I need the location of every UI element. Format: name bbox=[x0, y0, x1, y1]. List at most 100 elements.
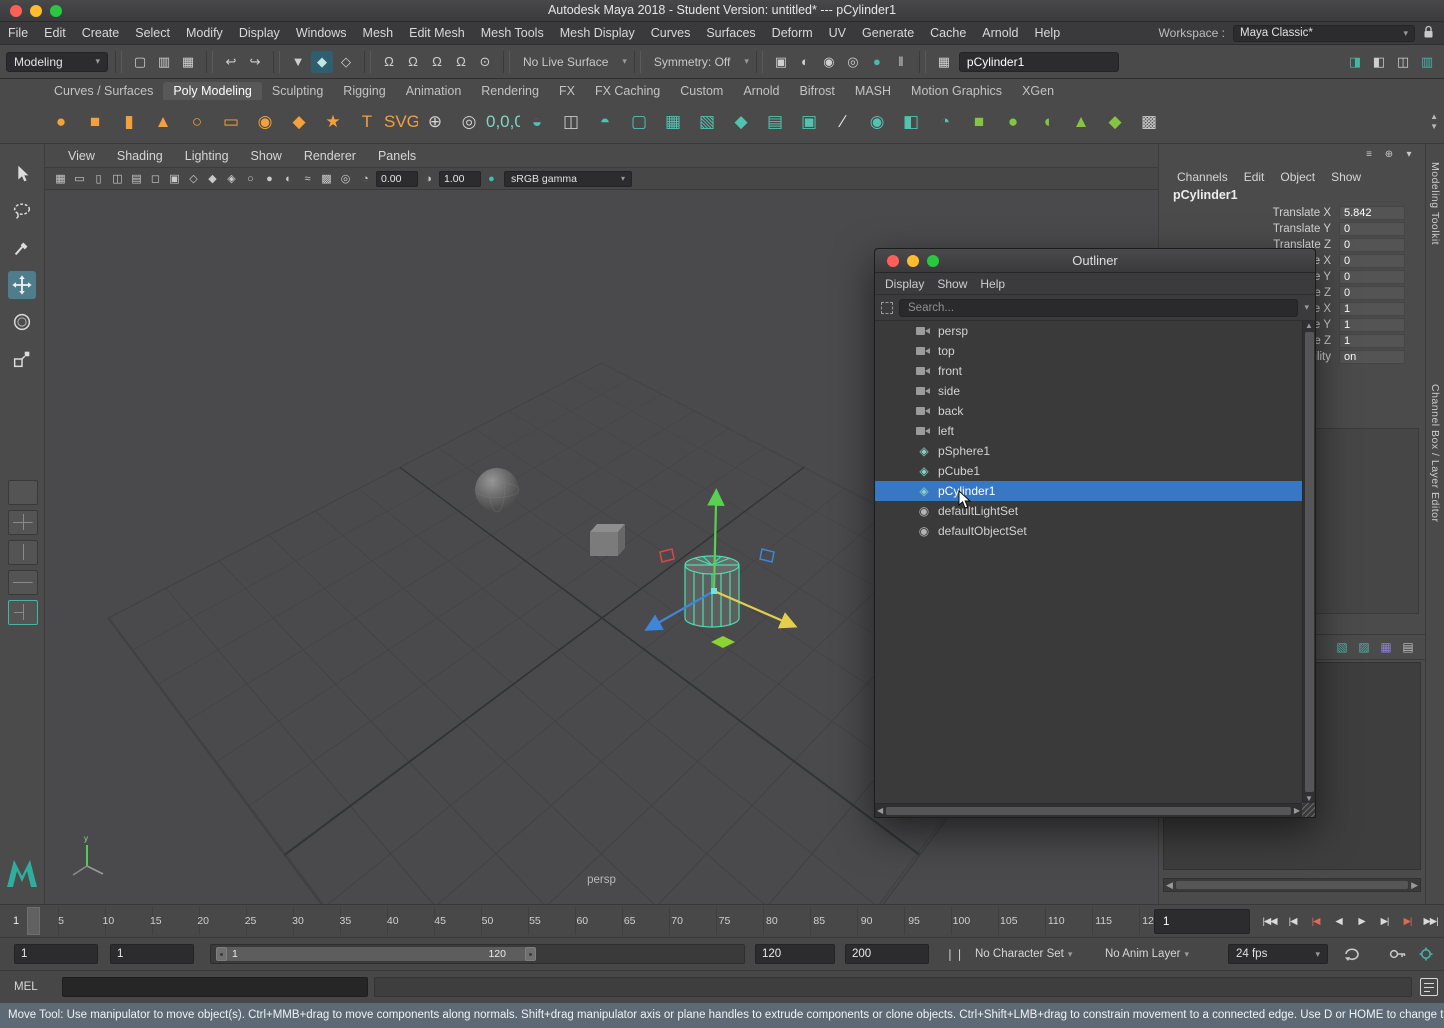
scroll-left-icon[interactable]: ◀ bbox=[1166, 880, 1173, 891]
last-tool-button[interactable] bbox=[8, 480, 38, 505]
shelf-tab[interactable]: FX Caching bbox=[585, 82, 670, 100]
resolution-gate-icon[interactable]: ▯ bbox=[89, 170, 108, 188]
play-backwards-button[interactable]: ◀ bbox=[1328, 908, 1349, 935]
menubar-item[interactable]: Help bbox=[1026, 22, 1068, 44]
safe-title-icon[interactable]: ▣ bbox=[165, 170, 184, 188]
color-management-icon[interactable]: ● bbox=[482, 170, 501, 188]
lock-icon[interactable] bbox=[1423, 25, 1434, 42]
menubar-item[interactable]: Display bbox=[231, 22, 288, 44]
shelf-tab[interactable]: Sculpting bbox=[262, 82, 333, 100]
range-start-handle[interactable] bbox=[216, 947, 227, 961]
step-forward-key-button[interactable]: ▶| bbox=[1397, 908, 1418, 935]
outliner-vscrollbar[interactable]: ▲ ▼ bbox=[1302, 321, 1315, 803]
channel-value-field[interactable]: 1 bbox=[1339, 318, 1405, 332]
toggle-tool-settings-icon[interactable]: ◫ bbox=[1392, 51, 1414, 73]
poly-cone-icon[interactable]: ▲ bbox=[146, 104, 180, 140]
tab-channel-box-layer-editor[interactable]: Channel Box / Layer Editor bbox=[1429, 384, 1441, 523]
menubar-item[interactable]: File bbox=[0, 22, 36, 44]
command-line-input[interactable] bbox=[62, 977, 368, 997]
target-weld-icon[interactable]: ◉ bbox=[860, 104, 894, 140]
viewport-menu-item[interactable]: Lighting bbox=[174, 149, 240, 163]
poly-cylinder-icon[interactable]: ▮ bbox=[112, 104, 146, 140]
extrude-icon[interactable]: ▧ bbox=[690, 104, 724, 140]
two-pane-horizontal-layout-button[interactable] bbox=[8, 570, 38, 595]
safe-action-icon[interactable]: ◻ bbox=[146, 170, 165, 188]
character-set-selector[interactable]: No Character Set ▾ bbox=[975, 944, 1072, 964]
scale-tool-button[interactable] bbox=[8, 345, 36, 373]
channel-value-field[interactable]: 1 bbox=[1339, 334, 1405, 348]
create-empty-layer-icon[interactable]: ▧ bbox=[1333, 638, 1351, 656]
sculpt-tool-icon[interactable]: ◔ bbox=[928, 104, 962, 140]
menubar-item[interactable]: Windows bbox=[288, 22, 355, 44]
field-chart-icon[interactable]: ▤ bbox=[127, 170, 146, 188]
viewport-menu-item[interactable]: View bbox=[57, 149, 106, 163]
animation-end-field[interactable] bbox=[845, 944, 929, 964]
menubar-item[interactable]: Mesh Display bbox=[552, 22, 643, 44]
shelf-tab[interactable]: Poly Modeling bbox=[163, 82, 262, 100]
playback-end-field[interactable] bbox=[755, 944, 835, 964]
menubar-item[interactable]: Modify bbox=[178, 22, 231, 44]
channel-manipulator-icon[interactable]: ≡ bbox=[1361, 147, 1377, 163]
outliner-item[interactable]: top bbox=[875, 341, 1302, 361]
channel-box-menu-item[interactable]: Channels bbox=[1177, 170, 1228, 184]
outliner-titlebar[interactable]: Outliner bbox=[875, 249, 1315, 273]
play-forwards-button[interactable]: ▶ bbox=[1351, 908, 1372, 935]
channel-settings-icon[interactable]: ▾ bbox=[1401, 147, 1417, 163]
gamma-icon[interactable]: ◑ bbox=[419, 170, 438, 188]
outliner-item[interactable]: persp bbox=[875, 321, 1302, 341]
shaded-mode-icon[interactable]: ◆ bbox=[203, 170, 222, 188]
shelf-tab[interactable]: Arnold bbox=[733, 82, 789, 100]
channel-label[interactable]: Translate Y bbox=[1159, 223, 1339, 235]
filter-icon[interactable] bbox=[881, 302, 893, 314]
playback-start-field[interactable] bbox=[110, 944, 194, 964]
menubar-item[interactable]: UV bbox=[821, 22, 854, 44]
snap-together-icon[interactable]: ◎ bbox=[452, 104, 486, 140]
input-line-operations-icon[interactable]: ▦ bbox=[933, 51, 955, 73]
poly-cube-icon[interactable]: ■ bbox=[78, 104, 112, 140]
outliner-item[interactable]: left bbox=[875, 421, 1302, 441]
auto-key-icon[interactable] bbox=[1388, 945, 1408, 963]
menu-set-selector[interactable]: Modeling ▾ bbox=[6, 52, 108, 72]
redo-icon[interactable]: ↪ bbox=[244, 51, 266, 73]
outliner-item[interactable]: pSphere1 bbox=[875, 441, 1302, 461]
separate-icon[interactable]: ◫ bbox=[554, 104, 588, 140]
animation-start-field[interactable] bbox=[14, 944, 98, 964]
scrollbar-thumb[interactable] bbox=[1305, 332, 1314, 792]
make-live-icon[interactable]: ⊙ bbox=[474, 51, 496, 73]
channel-value-field[interactable]: 1 bbox=[1339, 302, 1405, 316]
viewport-menu-item[interactable]: Panels bbox=[367, 149, 427, 163]
live-surface-label[interactable]: No Live Surface bbox=[517, 55, 614, 69]
render-current-frame-icon[interactable]: ◐ bbox=[794, 51, 816, 73]
channel-value-field[interactable]: on bbox=[1339, 350, 1405, 364]
shelf-tab[interactable]: Curves / Surfaces bbox=[44, 82, 163, 100]
render-settings-icon[interactable]: ◎ bbox=[842, 51, 864, 73]
outliner-item[interactable]: pCube1 bbox=[875, 461, 1302, 481]
workspace-selector[interactable]: Maya Classic* ▾ bbox=[1233, 25, 1415, 42]
menubar-item[interactable]: Cache bbox=[922, 22, 974, 44]
undo-icon[interactable]: ↩ bbox=[220, 51, 242, 73]
grab-brush-icon[interactable]: ◖ bbox=[1030, 104, 1064, 140]
shelf-tab[interactable]: XGen bbox=[1012, 82, 1064, 100]
create-layer-from-selected-icon[interactable]: ▨ bbox=[1355, 638, 1373, 656]
group-separator[interactable] bbox=[503, 51, 510, 73]
group-separator[interactable] bbox=[364, 51, 371, 73]
playback-range-bar[interactable]: 1 120 bbox=[216, 947, 536, 961]
exposure-field[interactable] bbox=[376, 171, 418, 187]
group-separator[interactable] bbox=[206, 51, 213, 73]
shelf-tab[interactable]: Custom bbox=[670, 82, 733, 100]
ipr-render-icon[interactable]: ◉ bbox=[818, 51, 840, 73]
pinch-brush-icon[interactable]: ▲ bbox=[1064, 104, 1098, 140]
lasso-tool-button[interactable] bbox=[8, 197, 36, 225]
outliner-item[interactable]: defaultLightSet bbox=[875, 501, 1302, 521]
select-tool-button[interactable] bbox=[8, 160, 36, 188]
scrollbar-thumb[interactable] bbox=[1176, 881, 1408, 889]
shelf-tab[interactable]: Rigging bbox=[333, 82, 395, 100]
smear-brush-icon[interactable]: ◆ bbox=[1098, 104, 1132, 140]
minimize-button[interactable] bbox=[30, 5, 42, 17]
toggle-attribute-editor-icon[interactable]: ◧ bbox=[1368, 51, 1390, 73]
multisample-icon[interactable]: ▩ bbox=[317, 170, 336, 188]
pause-viewport-icon[interactable]: ‖ bbox=[890, 51, 912, 73]
outliner-menu-item[interactable]: Help bbox=[980, 277, 1005, 291]
outliner-window[interactable]: Outliner DisplayShowHelp ▾ persp top bbox=[874, 248, 1316, 818]
select-by-object-icon[interactable]: ◆ bbox=[311, 51, 333, 73]
